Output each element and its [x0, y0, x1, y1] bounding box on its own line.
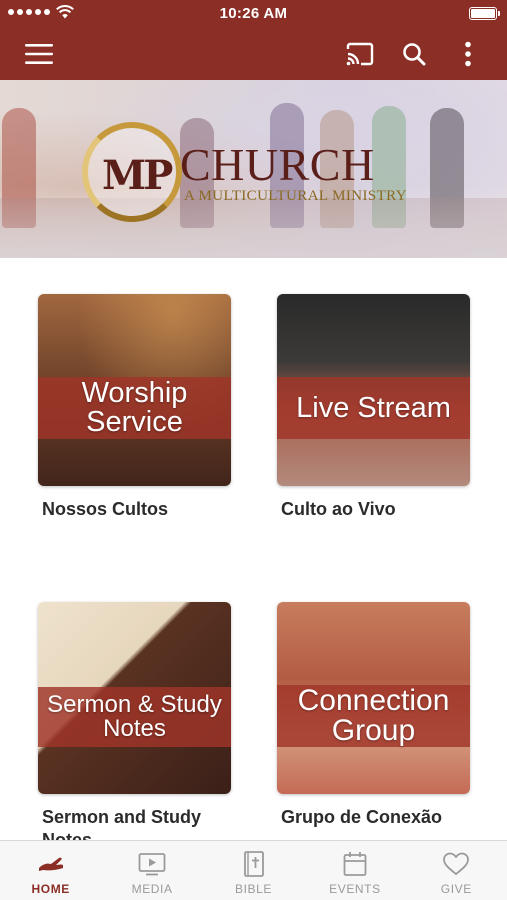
tile-worship-service[interactable]: Worship Service Nossos Cultos [38, 294, 231, 521]
tile-image-text-line: Worship [81, 377, 188, 409]
tile-image: Sermon & Study Notes [38, 602, 231, 794]
cast-icon [346, 42, 374, 66]
tile-image: Live Stream [277, 294, 470, 486]
battery-icon [469, 7, 500, 20]
tile-image-text-line: Sermon & Study [47, 691, 222, 718]
tab-label: GIVE [440, 882, 472, 896]
status-time: 10:26 AM [219, 5, 288, 22]
home-hand-icon [36, 851, 66, 877]
logo-title: CHURCH [180, 139, 375, 190]
logo-mark: MP [102, 152, 173, 199]
tab-media[interactable]: MEDIA [101, 841, 202, 900]
tile-connection-group[interactable]: Connection Group Grupo de Conexão [277, 602, 470, 829]
tile-image-text-line: Notes [103, 715, 166, 742]
tile-caption: Sermon and Study Notes [42, 807, 202, 840]
menu-button[interactable] [21, 36, 57, 72]
tile-grid: Worship Service Nossos Cultos Live Stream… [0, 258, 507, 840]
tab-events[interactable]: EVENTS [304, 841, 405, 900]
menu-icon [25, 44, 53, 64]
hero-banner: MP CHURCH A MULTICULTURAL MINISTRY [0, 80, 507, 258]
tab-label: HOME [31, 882, 70, 896]
church-logo: MP CHURCH A MULTICULTURAL MINISTRY [82, 118, 422, 228]
search-button[interactable] [396, 36, 432, 72]
status-bar: 10:26 AM [0, 0, 507, 28]
logo-tagline: A MULTICULTURAL MINISTRY [184, 188, 407, 204]
tile-image-text-line: Live Stream [296, 391, 451, 424]
tile-image-text-line: Connection [297, 684, 450, 717]
tile-caption: Grupo de Conexão [281, 807, 443, 827]
tile-image: Worship Service [38, 294, 231, 486]
tab-bible[interactable]: BIBLE [203, 841, 304, 900]
tile-image-text-line: Service [86, 406, 183, 438]
app-bar [0, 28, 507, 80]
tile-caption: Nossos Cultos [42, 499, 169, 519]
tab-label: MEDIA [131, 882, 173, 896]
tile-live-stream[interactable]: Live Stream Culto ao Vivo [277, 294, 470, 521]
tile-banner-text: Live Stream [277, 377, 470, 439]
tile-banner-text: Sermon & Study Notes [38, 687, 231, 747]
tab-label: EVENTS [329, 882, 381, 896]
more-vertical-icon [465, 41, 471, 67]
heart-icon [441, 851, 471, 877]
tab-give[interactable]: GIVE [406, 841, 507, 900]
search-icon [403, 43, 426, 66]
more-options-button[interactable] [450, 36, 486, 72]
tile-banner-text: Connection Group [277, 685, 470, 747]
tile-image: Connection Group [277, 602, 470, 794]
calendar-icon [340, 851, 370, 877]
tab-home[interactable]: HOME [0, 841, 101, 900]
bible-icon [239, 851, 269, 877]
tile-image-text-line: Group [331, 714, 416, 747]
cast-button[interactable] [342, 36, 378, 72]
tile-sermon-notes[interactable]: Sermon & Study Notes Sermon and Study Not… [38, 602, 231, 840]
bottom-tab-bar: HOME MEDIA BIBLE EVENTS GIVE [0, 840, 507, 900]
tile-banner-text: Worship Service [38, 377, 231, 439]
tab-label: BIBLE [235, 882, 273, 896]
media-play-icon [137, 851, 167, 877]
tile-caption: Culto ao Vivo [281, 499, 396, 519]
